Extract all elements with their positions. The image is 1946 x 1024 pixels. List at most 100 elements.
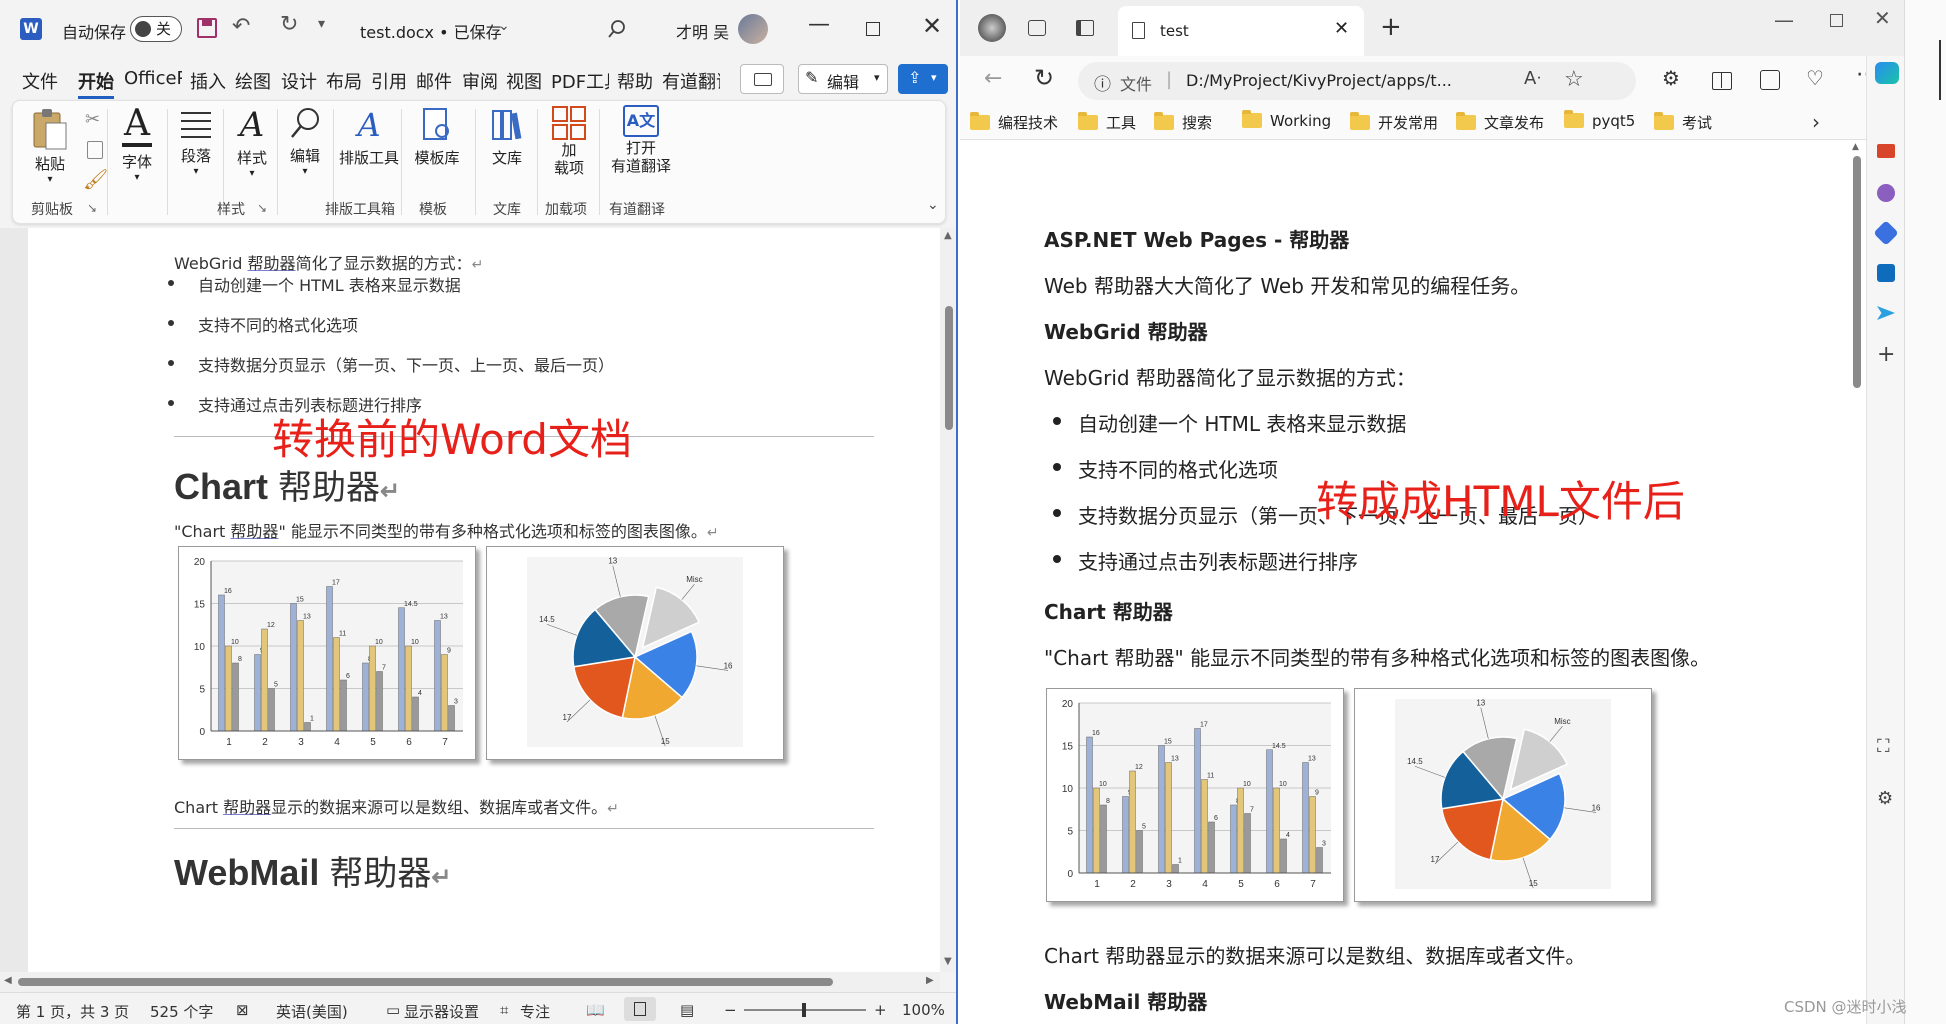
font-button[interactable]: A 字体 ▾ <box>113 105 161 183</box>
tab-officeplus[interactable]: OfficeP <box>124 68 182 89</box>
display-settings-icon[interactable]: ▭ <box>386 1001 400 1019</box>
zoom-slider-thumb[interactable] <box>802 1003 806 1017</box>
favorite-star-icon[interactable]: ☆ <box>1564 67 1584 92</box>
paste-button[interactable]: 粘贴 ▾ <box>27 107 73 185</box>
minimize-icon[interactable]: — <box>808 12 830 37</box>
tab-references[interactable]: 引用 <box>371 68 407 94</box>
page-scroll-up-icon[interactable]: ▲ <box>1852 142 1859 152</box>
copilot-icon[interactable] <box>1875 62 1899 84</box>
zoom-level[interactable]: 100% <box>902 1001 945 1019</box>
sidebar-settings-icon[interactable]: ⚙ <box>1877 788 1893 809</box>
tab-review[interactable]: 审阅 <box>462 68 498 94</box>
edge-minimize-icon[interactable]: — <box>1774 8 1794 32</box>
proofing-icon[interactable]: ⊠ <box>236 1001 249 1019</box>
paragraph-button[interactable]: 段落 ▾ <box>171 105 221 177</box>
tab-draw[interactable]: 绘图 <box>235 68 271 94</box>
save-icon[interactable] <box>197 18 217 38</box>
outlook-icon[interactable] <box>1877 264 1895 282</box>
page-scrollbar[interactable]: ▲ <box>1848 140 1866 1024</box>
styles-launcher-icon[interactable]: ↘ <box>257 201 267 215</box>
customize-qat-icon[interactable]: ▾ <box>318 16 325 32</box>
cut-icon[interactable]: ✂ <box>85 109 100 130</box>
tab-design[interactable]: 设计 <box>281 68 317 94</box>
tab-home[interactable]: 开始 <box>78 68 114 99</box>
word-count[interactable]: 525 个字 <box>150 1001 213 1022</box>
tools-icon[interactable] <box>1877 144 1895 158</box>
tab-pdf-tools[interactable]: PDF工具 <box>551 68 609 94</box>
favorite-folder[interactable]: 搜索 <box>1154 112 1212 133</box>
tab-help[interactable]: 帮助 <box>617 68 653 94</box>
favorite-folder[interactable]: pyqt5 <box>1564 110 1635 130</box>
page-count[interactable]: 第 1 页，共 3 页 <box>16 1001 129 1022</box>
tab-file[interactable]: 文件 <box>22 68 58 94</box>
read-mode-icon[interactable]: 📖 <box>586 1001 605 1019</box>
favorite-folder[interactable]: 工具 <box>1078 112 1136 133</box>
focus-mode[interactable]: 专注 <box>520 1001 550 1022</box>
favorite-folder[interactable]: Working <box>1242 110 1331 130</box>
address-bar[interactable]: ⓘ 文件 | D:/MyProject/KivyProject/apps/t..… <box>1078 62 1636 100</box>
open-youdao-button[interactable]: A文 打开 有道翻译 <box>603 105 679 175</box>
display-settings[interactable]: 显示器设置 <box>404 1001 479 1022</box>
edge-close-icon[interactable]: ✕ <box>1874 6 1891 30</box>
send-icon[interactable] <box>1877 306 1895 320</box>
read-aloud-icon[interactable]: Aᐧ <box>1524 68 1541 89</box>
games-icon[interactable] <box>1877 184 1895 202</box>
word-horizontal-scrollbar[interactable]: ◀ ▶ <box>0 972 940 992</box>
profile-avatar[interactable] <box>978 14 1006 42</box>
template-library-button[interactable]: 模板库 <box>405 105 469 168</box>
scroll-down-arrow-icon[interactable]: ▼ <box>944 956 952 967</box>
favorite-folder[interactable]: 开发常用 <box>1350 112 1438 133</box>
title-chevron-icon[interactable]: ⌄ <box>498 18 510 34</box>
favorite-folder[interactable]: 编程技术 <box>970 112 1058 133</box>
find-button[interactable]: 编辑 ▾ <box>283 105 327 177</box>
tab-layout[interactable]: 布局 <box>326 68 362 94</box>
h-scroll-thumb[interactable] <box>18 978 833 986</box>
favorites-overflow-icon[interactable]: › <box>1812 110 1820 134</box>
new-tab-icon[interactable]: + <box>1380 12 1402 42</box>
edge-maximize-icon[interactable] <box>1830 14 1843 27</box>
tab-view[interactable]: 视图 <box>506 68 542 94</box>
tab-test[interactable]: test ✕ <box>1118 6 1364 56</box>
format-painter-icon[interactable]: 🖌 <box>83 167 108 191</box>
avatar[interactable] <box>738 14 768 44</box>
extensions-icon[interactable]: ⚙ <box>1662 66 1680 90</box>
print-layout-icon[interactable] <box>624 997 656 1021</box>
zoom-in-icon[interactable]: + <box>874 1001 887 1019</box>
autosave-toggle[interactable]: 关 <box>130 16 182 42</box>
scroll-thumb[interactable] <box>945 306 953 430</box>
refresh-icon[interactable]: ↻ <box>1034 64 1054 92</box>
zoom-slider[interactable] <box>744 1003 866 1017</box>
focus-icon[interactable]: ⌗ <box>500 1001 508 1019</box>
browser-essentials-icon[interactable]: ♡ <box>1806 66 1824 90</box>
favorite-folder[interactable]: 考试 <box>1654 112 1712 133</box>
document-title[interactable]: test.docx • 已保存 <box>360 19 502 43</box>
collections-icon[interactable] <box>1760 70 1780 90</box>
dialog-launcher-icon[interactable]: ↘ <box>87 201 97 215</box>
language-status[interactable]: 英语(美国) <box>276 1001 348 1022</box>
document-page[interactable]: WebGrid 帮助器简化了显示数据的方式：↵ 自动创建一个 HTML 表格来显… <box>28 228 940 972</box>
scroll-up-arrow-icon[interactable]: ▲ <box>944 230 952 241</box>
maximize-icon[interactable] <box>866 22 880 36</box>
layout-tools-button[interactable]: A 排版工具 <box>337 105 401 168</box>
collapse-ribbon-icon[interactable]: ⌄ <box>927 197 939 213</box>
tab-close-icon[interactable]: ✕ <box>1334 18 1349 39</box>
styles-button[interactable]: A 样式 ▾ <box>227 105 277 179</box>
workspaces-icon[interactable] <box>1028 20 1046 36</box>
web-layout-icon[interactable]: ▤ <box>680 1001 694 1019</box>
info-icon[interactable]: ⓘ <box>1094 70 1111 95</box>
add-sidebar-app-icon[interactable]: + <box>1877 342 1895 367</box>
comments-button[interactable] <box>740 64 784 94</box>
redo-icon[interactable]: ↻ <box>280 12 298 37</box>
close-icon[interactable]: ✕ <box>922 12 942 40</box>
back-icon[interactable]: ← <box>984 66 1002 91</box>
tab-youdao[interactable]: 有道翻译 <box>662 68 720 94</box>
scroll-right-arrow-icon[interactable]: ▶ <box>926 975 934 986</box>
office-icon[interactable] <box>1873 220 1899 246</box>
scroll-left-arrow-icon[interactable]: ◀ <box>4 975 12 986</box>
favorite-folder[interactable]: 文章发布 <box>1456 112 1544 133</box>
addins-button[interactable]: 加 载项 <box>541 105 597 177</box>
copy-icon[interactable] <box>87 141 103 159</box>
word-vertical-scrollbar[interactable]: ▲ ▼ <box>940 228 956 972</box>
search-icon[interactable] <box>606 18 628 40</box>
editing-mode-button[interactable]: ✎ 编辑 ▾ <box>798 64 888 94</box>
